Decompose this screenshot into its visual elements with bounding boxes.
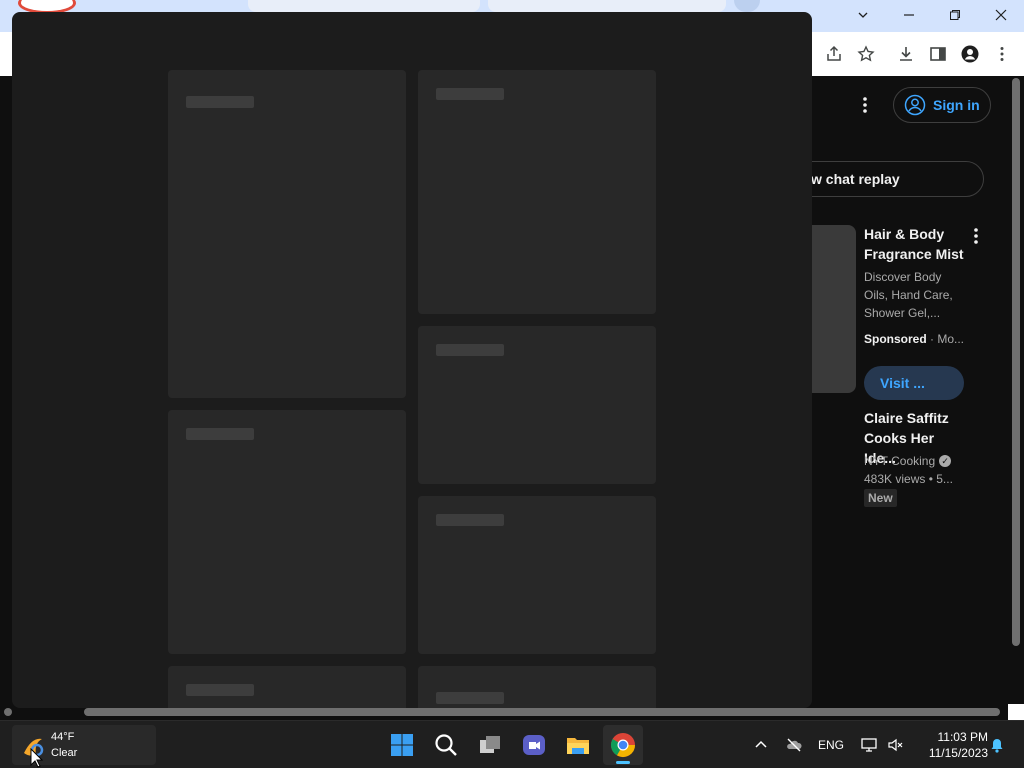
loading-overlay-panel bbox=[12, 12, 812, 708]
windows-start-icon[interactable] bbox=[386, 729, 418, 761]
windows-taskbar: 44°F Clear ENG 11:03 PM 11/15/2023 bbox=[0, 720, 1024, 768]
horizontal-scrollbar-thumb[interactable] bbox=[84, 708, 1000, 716]
show-hidden-icons-chevron-icon[interactable] bbox=[752, 735, 770, 755]
language-indicator[interactable]: ENG bbox=[816, 735, 846, 755]
tab-list-chevron-icon[interactable] bbox=[840, 0, 886, 30]
browser-tab[interactable] bbox=[248, 0, 480, 12]
tab-search-icon[interactable] bbox=[734, 0, 760, 12]
teams-chat-icon[interactable] bbox=[518, 729, 550, 761]
video-views: 483K views • 5... bbox=[864, 472, 953, 486]
side-panel-icon[interactable] bbox=[926, 42, 950, 66]
channel-name-row[interactable]: NYT Cooking ✓ bbox=[864, 454, 952, 468]
file-explorer-icon[interactable] bbox=[562, 729, 594, 761]
skeleton-card bbox=[418, 496, 656, 654]
channel-name: NYT Cooking bbox=[864, 454, 936, 468]
ad-more-options-icon[interactable] bbox=[966, 226, 986, 246]
minimize-button[interactable] bbox=[886, 0, 932, 30]
skeleton-card bbox=[418, 326, 656, 484]
skeleton-title-bar bbox=[186, 428, 254, 440]
chat-replay-label: w chat replay bbox=[811, 171, 900, 187]
skeleton-title-bar bbox=[436, 692, 504, 704]
notification-bell-icon[interactable] bbox=[988, 735, 1006, 755]
weather-temperature: 44°F bbox=[51, 731, 75, 743]
download-icon[interactable] bbox=[894, 42, 918, 66]
skeleton-card bbox=[168, 666, 406, 708]
weather-condition: Clear bbox=[51, 747, 78, 759]
account-circle-icon bbox=[904, 94, 926, 116]
clock-time: 11:03 PM bbox=[937, 730, 988, 744]
skeleton-card bbox=[418, 666, 656, 708]
ad-title[interactable]: Hair & Body Fragrance Mist bbox=[864, 224, 974, 264]
skeleton-title-bar bbox=[186, 96, 254, 108]
chrome-icon[interactable] bbox=[607, 729, 639, 761]
skeleton-title-bar bbox=[436, 344, 504, 356]
volume-muted-icon[interactable] bbox=[886, 735, 904, 755]
new-badge: New bbox=[864, 489, 897, 507]
share-icon[interactable] bbox=[822, 42, 846, 66]
skeleton-title-bar bbox=[186, 684, 254, 696]
clock-date: 11/15/2023 bbox=[928, 746, 988, 760]
sign-in-button[interactable]: Sign in bbox=[893, 87, 991, 123]
visit-site-button[interactable]: Visit ... bbox=[864, 366, 964, 400]
screen: Sign in w chat replay Hair & Body Fragra… bbox=[0, 0, 1024, 768]
scrollbar-corner bbox=[1008, 704, 1024, 720]
skeleton-title-bar bbox=[436, 88, 504, 100]
vertical-scrollbar[interactable] bbox=[1012, 78, 1020, 646]
onedrive-offline-icon[interactable] bbox=[784, 735, 804, 755]
sponsor-suffix: · Mo... bbox=[930, 332, 965, 346]
more-options-icon[interactable] bbox=[854, 93, 876, 117]
task-view-icon[interactable] bbox=[474, 729, 506, 761]
chrome-menu-icon[interactable] bbox=[990, 42, 1014, 66]
search-icon[interactable] bbox=[430, 729, 462, 761]
bookmark-star-icon[interactable] bbox=[854, 42, 878, 66]
scroll-left-arrow[interactable] bbox=[4, 708, 12, 716]
restore-button[interactable] bbox=[932, 0, 978, 30]
network-icon[interactable] bbox=[860, 735, 878, 755]
visit-label: Visit ... bbox=[880, 375, 925, 391]
ad-description: Discover Body Oils, Hand Care, Shower Ge… bbox=[864, 270, 953, 320]
skeleton-card bbox=[168, 70, 406, 398]
sponsored-label: Sponsored bbox=[864, 332, 927, 346]
profile-avatar-icon[interactable] bbox=[958, 42, 982, 66]
skeleton-card bbox=[418, 70, 656, 314]
close-window-button[interactable] bbox=[978, 0, 1024, 30]
system-clock[interactable]: 11:03 PM 11/15/2023 bbox=[914, 729, 988, 761]
chrome-running-indicator bbox=[616, 761, 630, 764]
skeleton-card bbox=[168, 410, 406, 654]
sign-in-label: Sign in bbox=[933, 97, 980, 113]
skeleton-title-bar bbox=[436, 514, 504, 526]
browser-tab[interactable] bbox=[488, 0, 726, 12]
mouse-cursor-icon bbox=[30, 748, 44, 768]
ad-meta: Sponsored · Mo... bbox=[864, 332, 964, 346]
verified-check-icon: ✓ bbox=[939, 455, 952, 467]
